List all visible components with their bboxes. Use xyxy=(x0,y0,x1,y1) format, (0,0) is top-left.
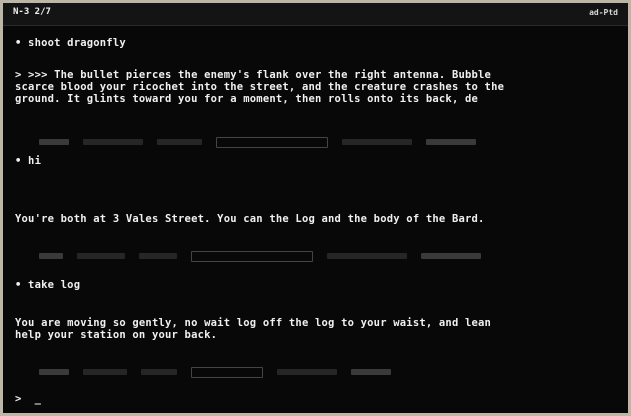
scene-description-line-2: scarce blood your ricochet into the stre… xyxy=(15,81,505,93)
scene-heading: • shoot dragonfly xyxy=(15,37,126,49)
scene-description-line-3: ground. It glints toward you for a momen… xyxy=(15,93,479,105)
terminal-window: N-3 2/7 ad-Ptd • shoot dragonfly > >>> T… xyxy=(0,0,631,416)
status-left-text: N-3 2/7 xyxy=(13,7,51,17)
status-bar: N-3 2/7 ad-Ptd xyxy=(3,3,628,26)
command-hi: • hi xyxy=(15,155,42,167)
suggestion-bar-3 xyxy=(39,366,588,378)
suggestion-bar-2 xyxy=(39,250,588,262)
status-right-text: ad-Ptd xyxy=(589,8,618,17)
response-take-log-line-2: help your station on your back. xyxy=(15,329,218,341)
response-take-log-line-1: You are moving so gently, no wait log of… xyxy=(15,317,492,329)
response-location: You're both at 3 Vales Street. You can t… xyxy=(15,213,485,225)
suggestion-bar xyxy=(39,136,588,148)
scene-description-line-1: > >>> The bullet pierces the enemy's fla… xyxy=(15,69,492,81)
command-take-log: • take log xyxy=(15,279,81,291)
command-input[interactable]: > _ xyxy=(15,393,41,405)
